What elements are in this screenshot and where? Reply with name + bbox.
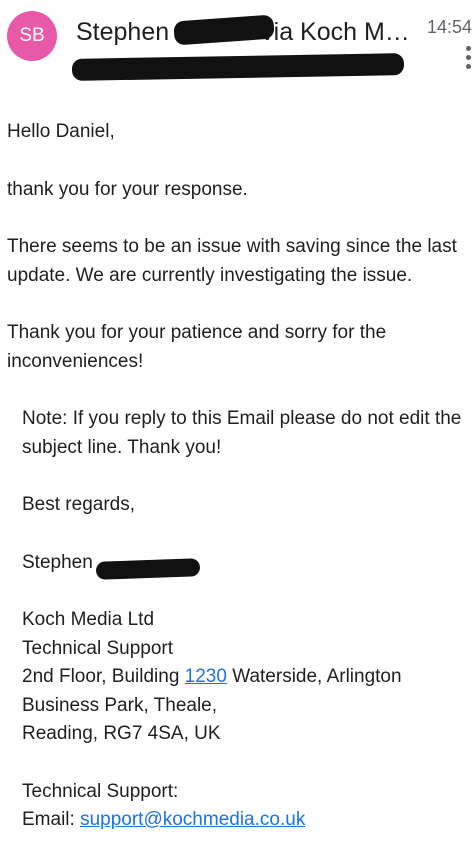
greeting: Hello Daniel, <box>7 121 115 142</box>
address-line-2: Reading, RG7 4SA, UK <box>22 723 221 744</box>
department: Technical Support <box>22 637 174 659</box>
redaction-mark <box>71 53 405 81</box>
email-header: SB Stephen via Koch M… 14:54 <box>0 0 474 90</box>
company-name: Koch Media Ltd <box>22 609 155 630</box>
address-prefix: 2nd Floor, Building <box>22 666 185 687</box>
more-options-icon[interactable] <box>466 46 471 69</box>
support-label: Technical Support: <box>22 780 179 802</box>
address-link[interactable]: 1230 <box>185 666 227 687</box>
redaction-mark <box>95 558 201 580</box>
email-label: Email: <box>22 809 81 830</box>
email-time: 14:54 <box>426 17 472 37</box>
email-body: Hello Daniel, thank you for your respons… <box>7 118 467 835</box>
sender-via: via Koch M… <box>261 18 410 46</box>
sender-avatar[interactable]: SB <box>7 11 57 61</box>
paragraph: There seems to be an issue with saving s… <box>7 236 457 286</box>
avatar-initials: SB <box>19 25 45 46</box>
support-email: Email: support@kochmedia.co.uk <box>22 806 467 835</box>
email-link[interactable]: support@kochmedia.co.uk <box>80 809 305 830</box>
sender-first-name: Stephen <box>76 18 170 46</box>
closing: Best regards, <box>22 494 135 515</box>
signature-name: Stephen <box>22 551 93 573</box>
address: 2nd Floor, Building 1230 Waterside, Arli… <box>22 663 467 720</box>
paragraph: thank you for your response. <box>7 178 248 200</box>
note: Note: If you reply to this Email please … <box>22 408 462 458</box>
paragraph: Thank you for your patience and sorry fo… <box>7 322 387 372</box>
signature-block: Note: If you reply to this Email please … <box>7 405 467 835</box>
